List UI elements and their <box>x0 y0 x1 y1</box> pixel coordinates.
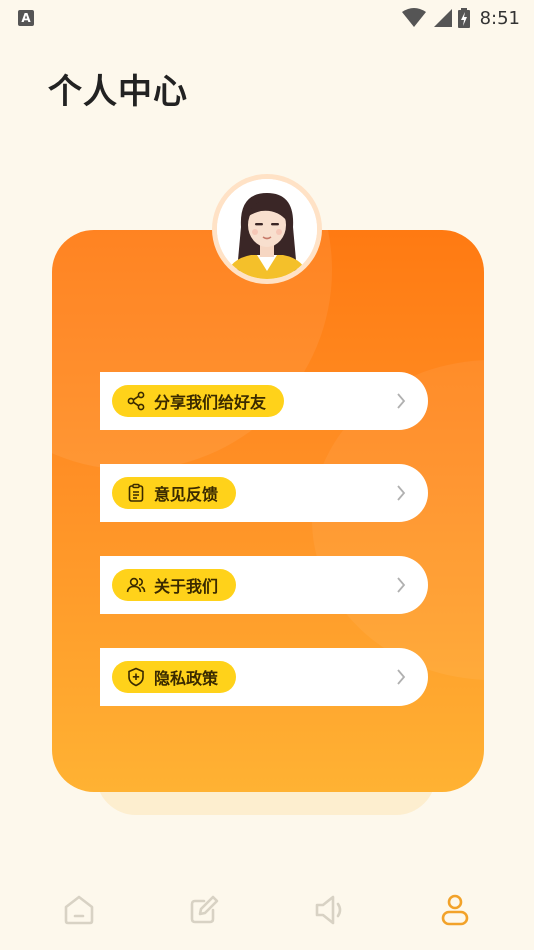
nav-profile[interactable] <box>435 890 475 930</box>
avatar-illustration <box>217 179 317 279</box>
menu-item-privacy[interactable]: 隐私政策 <box>100 648 428 706</box>
menu-item-label: 隐私政策 <box>154 669 219 688</box>
speaker-icon <box>315 895 342 925</box>
shield-plus-icon <box>128 667 144 687</box>
battery-charging-icon <box>457 8 470 28</box>
chevron-right-icon <box>397 393 406 409</box>
bottom-nav <box>0 880 534 940</box>
chevron-right-icon <box>397 485 406 501</box>
edit-icon <box>190 895 219 924</box>
avatar-ring <box>212 174 322 284</box>
menu-item-feedback[interactable]: 意见反馈 <box>100 464 428 522</box>
menu-item-label: 意见反馈 <box>154 485 219 504</box>
chevron-right-icon <box>397 577 406 593</box>
menu-item-about[interactable]: 关于我们 <box>100 556 428 614</box>
menu-pill: 关于我们 <box>112 569 237 601</box>
home-icon <box>64 895 94 925</box>
wifi-icon <box>401 8 426 27</box>
menu-item-label: 关于我们 <box>154 577 219 596</box>
nav-home[interactable] <box>59 890 99 930</box>
status-bar: A 8:51 <box>0 0 534 36</box>
nav-audio[interactable] <box>310 890 350 930</box>
status-time: 8:51 <box>479 7 520 29</box>
chevron-right-icon <box>397 669 406 685</box>
user-icon <box>441 894 469 926</box>
menu-pill: 分享我们给好友 <box>112 385 285 417</box>
avatar[interactable] <box>217 179 317 279</box>
menu-pill: 意见反馈 <box>112 477 237 509</box>
cell-signal-icon <box>433 9 452 27</box>
status-right: 8:51 <box>401 7 520 29</box>
menu-item-label: 分享我们给好友 <box>154 393 267 412</box>
share-icon <box>127 391 145 411</box>
clipboard-icon <box>128 483 144 502</box>
menu-item-share[interactable]: 分享我们给好友 <box>100 372 428 430</box>
status-left: A <box>18 10 34 26</box>
notification-a-icon: A <box>18 10 34 26</box>
nav-edit[interactable] <box>184 890 224 930</box>
menu-pill: 隐私政策 <box>112 661 237 693</box>
page-title: 个人中心 <box>48 72 188 112</box>
users-icon <box>126 577 146 593</box>
